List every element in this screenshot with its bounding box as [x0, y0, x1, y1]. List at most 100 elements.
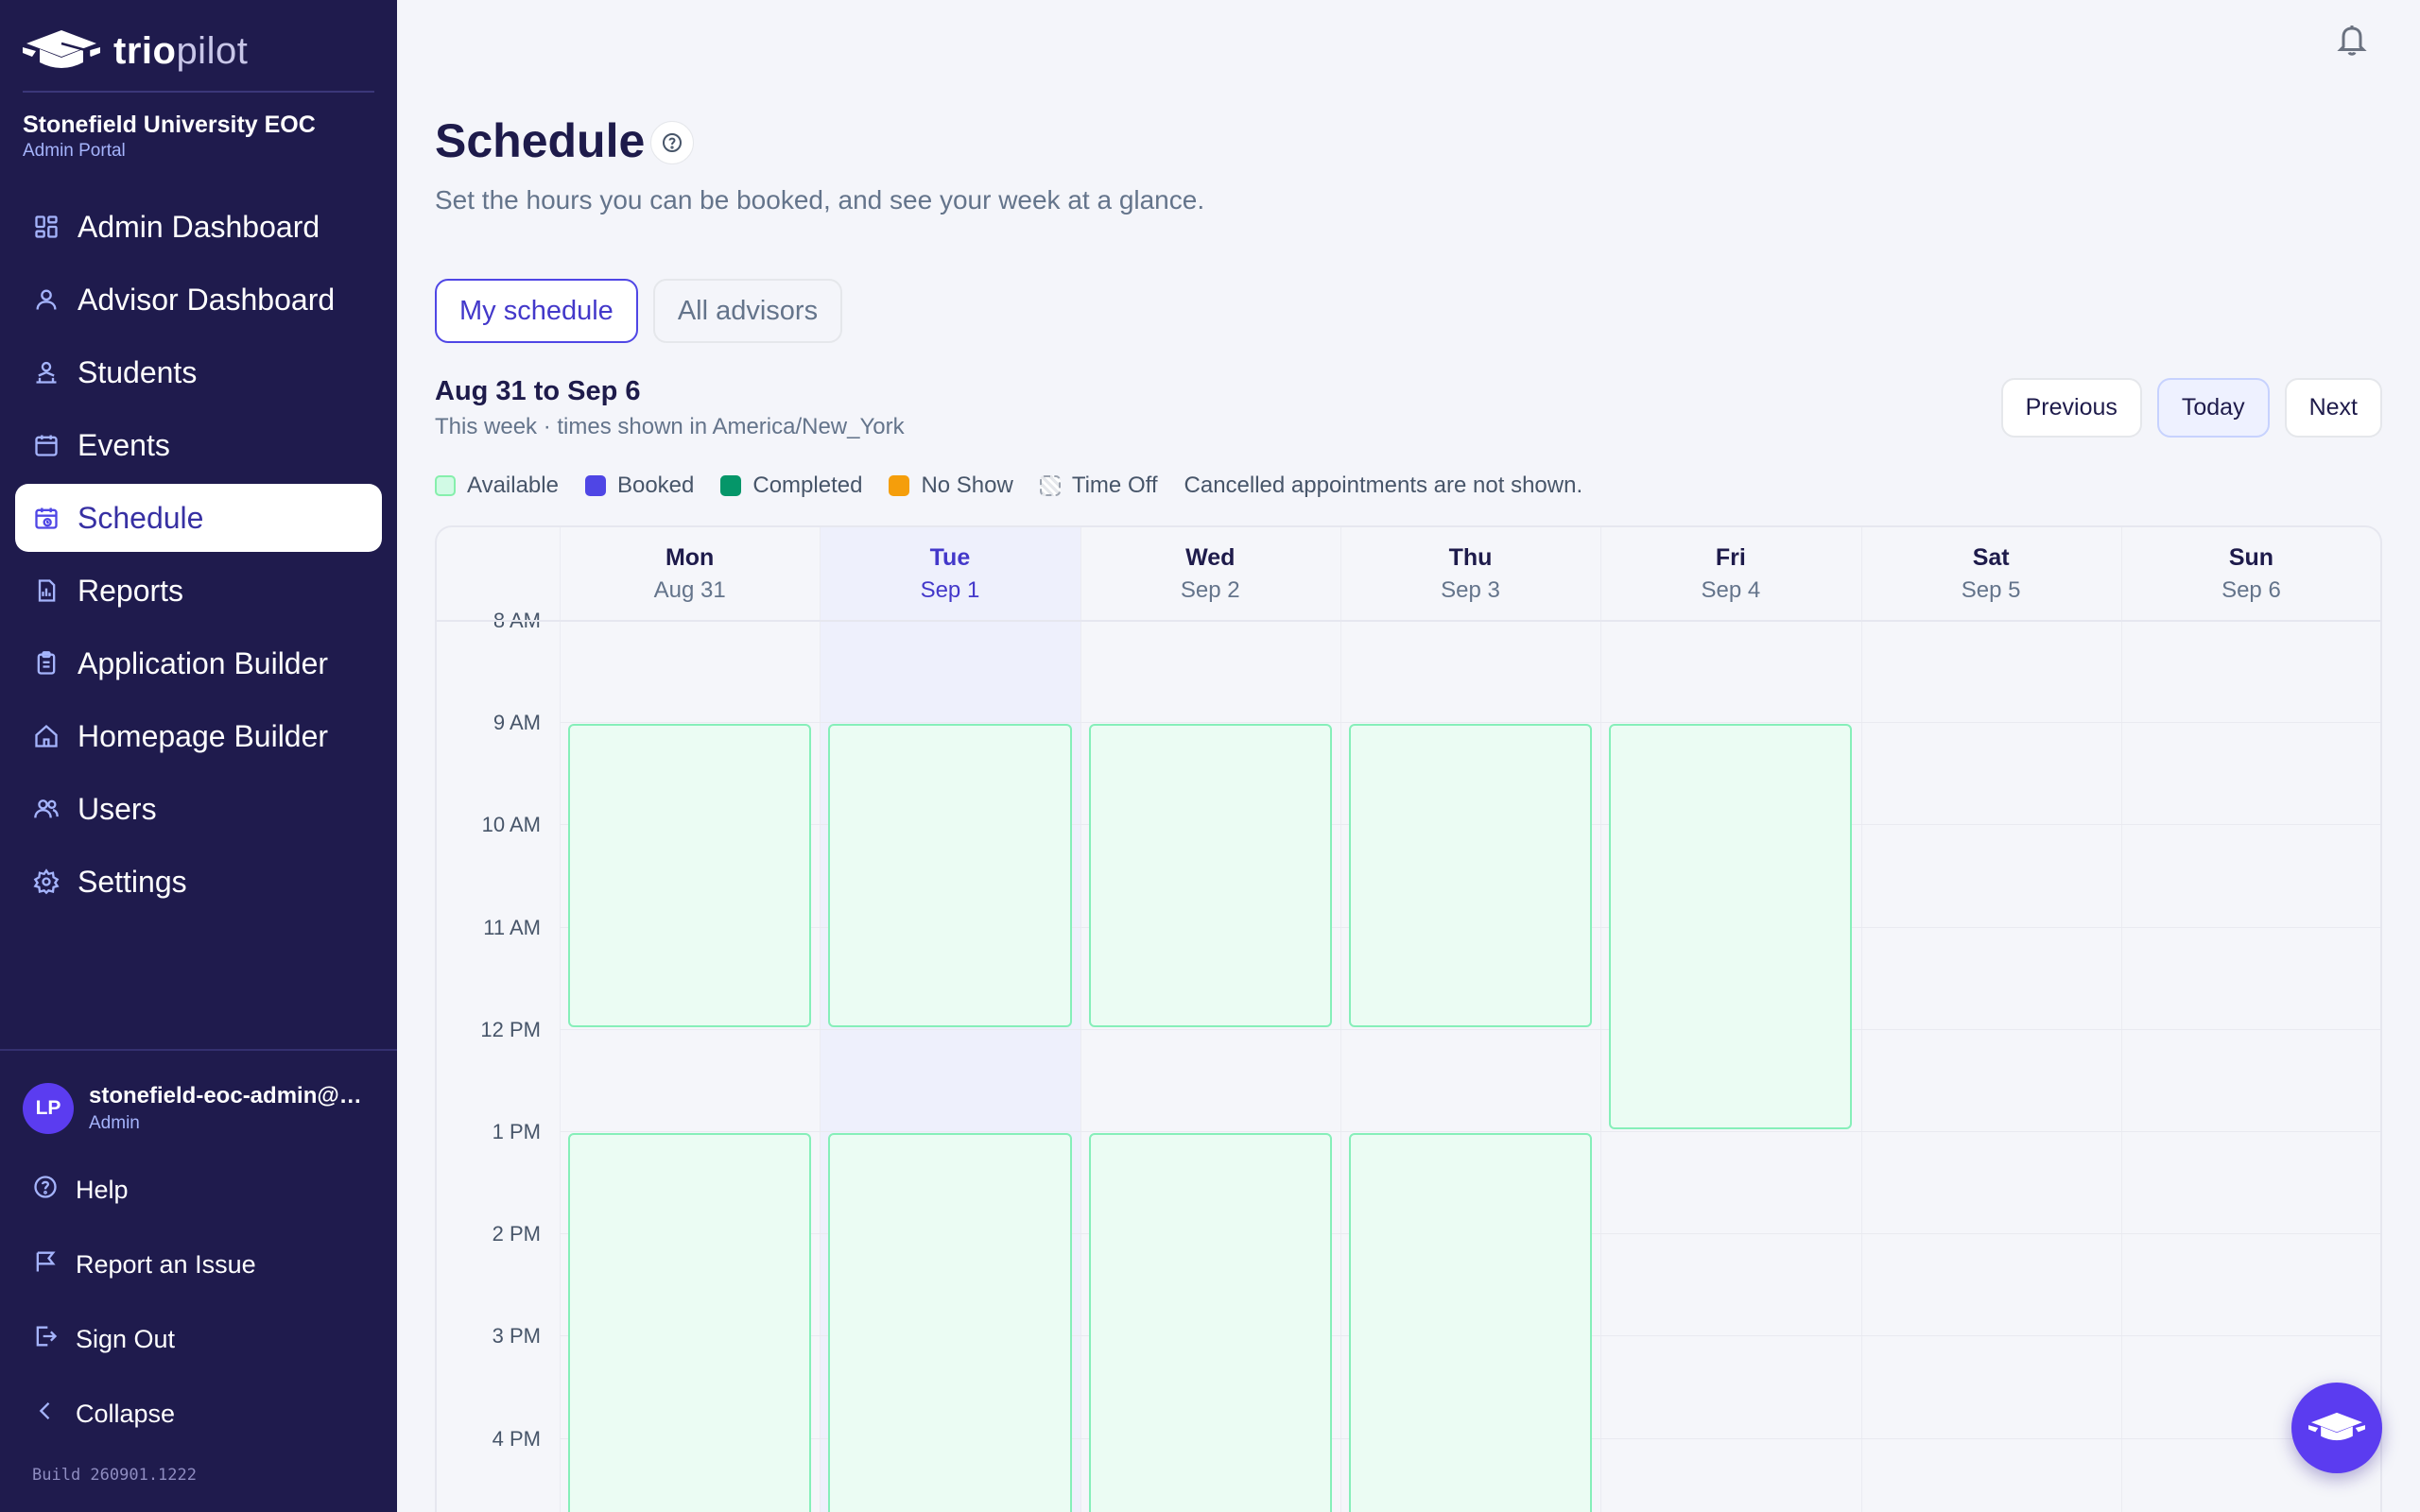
collapse-button[interactable]: Collapse [15, 1377, 382, 1452]
availability-block[interactable] [1088, 1133, 1332, 1512]
graduation-cap-logo-icon [23, 30, 100, 68]
brand-name-part2: pilot [176, 29, 249, 72]
sidebar-item-admin-dashboard[interactable]: Admin Dashboard [15, 193, 382, 261]
schedule-tabs: My schedule All advisors [435, 279, 843, 343]
sidebar-item-label: Admin Dashboard [78, 209, 320, 244]
week-timezone-note: This week · times shown in America/New_Y… [435, 414, 905, 439]
day-name: Fri [1715, 544, 1746, 571]
legend-label: Booked [616, 472, 695, 498]
day-name: Wed [1185, 544, 1236, 571]
next-week-button[interactable]: Next [2284, 378, 2382, 438]
page-help-button[interactable] [650, 121, 694, 164]
build-version: Build 260901.1222 [32, 1466, 197, 1485]
day-column-divider [1080, 527, 1081, 1512]
day-date: Sep 6 [2221, 577, 2281, 603]
legend-swatch-no-show [889, 475, 910, 496]
assistant-button[interactable] [2291, 1383, 2382, 1473]
day-name: Sat [1972, 544, 2010, 571]
sidebar-item-application-builder[interactable]: Application Builder [15, 629, 382, 697]
day-header-sat[interactable]: Sat Sep 5 [1861, 527, 2121, 620]
user-profile[interactable]: LP stonefield-eoc-admin@de... Admin [23, 1083, 372, 1134]
day-column-divider [560, 527, 561, 1512]
hour-label: 10 AM [481, 813, 541, 837]
day-date: Aug 31 [653, 577, 726, 603]
flag-icon [32, 1248, 59, 1281]
week-calendar: 8 AM 9 AM 10 AM 11 AM 12 PM 1 PM 2 PM 3 PM 4 PM M… [435, 525, 2382, 1512]
day-header-thu[interactable]: Thu Sep 3 [1340, 527, 1600, 620]
hour-gridline [560, 1131, 2380, 1132]
notifications-button[interactable] [2335, 21, 2369, 59]
day-column-divider [2120, 527, 2122, 1512]
hour-label: 2 PM [492, 1222, 541, 1246]
legend-swatch-time-off [1039, 475, 1061, 496]
sidebar-nav: Admin Dashboard Advisor Dashboard Studen… [15, 193, 382, 920]
user-role: Admin [89, 1113, 140, 1133]
availability-block[interactable] [1348, 1133, 1593, 1512]
sidebar-item-reports[interactable]: Reports [15, 557, 382, 625]
day-header-wed[interactable]: Wed Sep 2 [1080, 527, 1340, 620]
question-icon [663, 133, 682, 152]
day-header-sun[interactable]: Sun Sep 6 [2121, 527, 2380, 620]
today-button[interactable]: Today [2156, 378, 2270, 438]
sidebar-item-homepage-builder[interactable]: Homepage Builder [15, 702, 382, 770]
legend-label: Time Off [1071, 472, 1158, 498]
availability-block[interactable] [828, 724, 1072, 1027]
legend-swatch-booked [584, 475, 606, 496]
sidebar-item-label: Advisor Dashboard [78, 282, 336, 317]
sidebar-item-users[interactable]: Users [15, 775, 382, 843]
day-header-fri[interactable]: Fri Sep 4 [1600, 527, 1860, 620]
legend-swatch-available [435, 475, 456, 496]
hour-label: 9 AM [493, 711, 541, 735]
sidebar-item-advisor-dashboard[interactable]: Advisor Dashboard [15, 266, 382, 334]
day-header-tue[interactable]: Tue Sep 1 [820, 527, 1080, 620]
sign-out-link[interactable]: Sign Out [15, 1302, 382, 1377]
availability-block[interactable] [1348, 724, 1593, 1027]
availability-block[interactable] [568, 724, 812, 1027]
availability-block[interactable] [828, 1133, 1072, 1512]
report-issue-label: Report an Issue [76, 1250, 256, 1279]
sidebar-item-label: Students [78, 354, 198, 389]
sidebar-item-events[interactable]: Events [15, 411, 382, 479]
legend-label: Completed [752, 472, 863, 498]
sidebar-item-label: Schedule [78, 500, 204, 535]
sign-out-label: Sign Out [76, 1325, 176, 1353]
brand-name-part1: trio [113, 29, 177, 72]
tab-all-advisors[interactable]: All advisors [652, 279, 843, 343]
hour-label: 1 PM [492, 1120, 541, 1143]
sidebar-item-label: Reports [78, 573, 184, 608]
tab-my-schedule[interactable]: My schedule [435, 279, 638, 343]
home-icon [32, 722, 60, 750]
day-name: Tue [929, 544, 971, 571]
sidebar-item-students[interactable]: Students [15, 338, 382, 406]
students-icon [32, 358, 60, 387]
help-label: Help [76, 1176, 129, 1204]
chevron-left-icon [32, 1398, 59, 1431]
availability-block[interactable] [568, 1133, 812, 1512]
availability-block[interactable] [1609, 724, 1853, 1129]
day-column-divider [820, 527, 821, 1512]
sidebar: triopilot Stonefield University EOC Admi… [0, 0, 397, 1512]
day-header-mon[interactable]: Mon Aug 31 [560, 527, 820, 620]
hour-gridline [560, 722, 2380, 724]
page-title: Schedule [435, 114, 646, 167]
availability-block[interactable] [1088, 724, 1332, 1027]
sidebar-item-schedule[interactable]: Schedule [15, 484, 382, 552]
day-column-divider [1600, 527, 1602, 1512]
sidebar-item-settings[interactable]: Settings [15, 848, 382, 916]
sidebar-footer-nav: Help Report an Issue Sign Out Collapse [15, 1153, 382, 1452]
legend-time-off: Time Off [1039, 472, 1158, 499]
legend-label: No Show [921, 472, 1013, 498]
calendar-header-divider [437, 620, 2380, 622]
sidebar-item-label: Settings [78, 864, 187, 899]
day-name: Mon [665, 544, 715, 571]
hour-gridline [560, 1028, 2380, 1030]
brand-logo[interactable]: triopilot [23, 23, 248, 79]
help-link[interactable]: Help [15, 1153, 382, 1228]
dashboard-icon [32, 213, 60, 241]
day-date: Sep 4 [1701, 577, 1761, 603]
hour-label: 12 PM [480, 1017, 541, 1041]
day-name: Sun [2228, 544, 2274, 571]
previous-week-button[interactable]: Previous [2000, 378, 2142, 438]
report-issue-link[interactable]: Report an Issue [15, 1228, 382, 1302]
avatar: LP [23, 1083, 74, 1134]
